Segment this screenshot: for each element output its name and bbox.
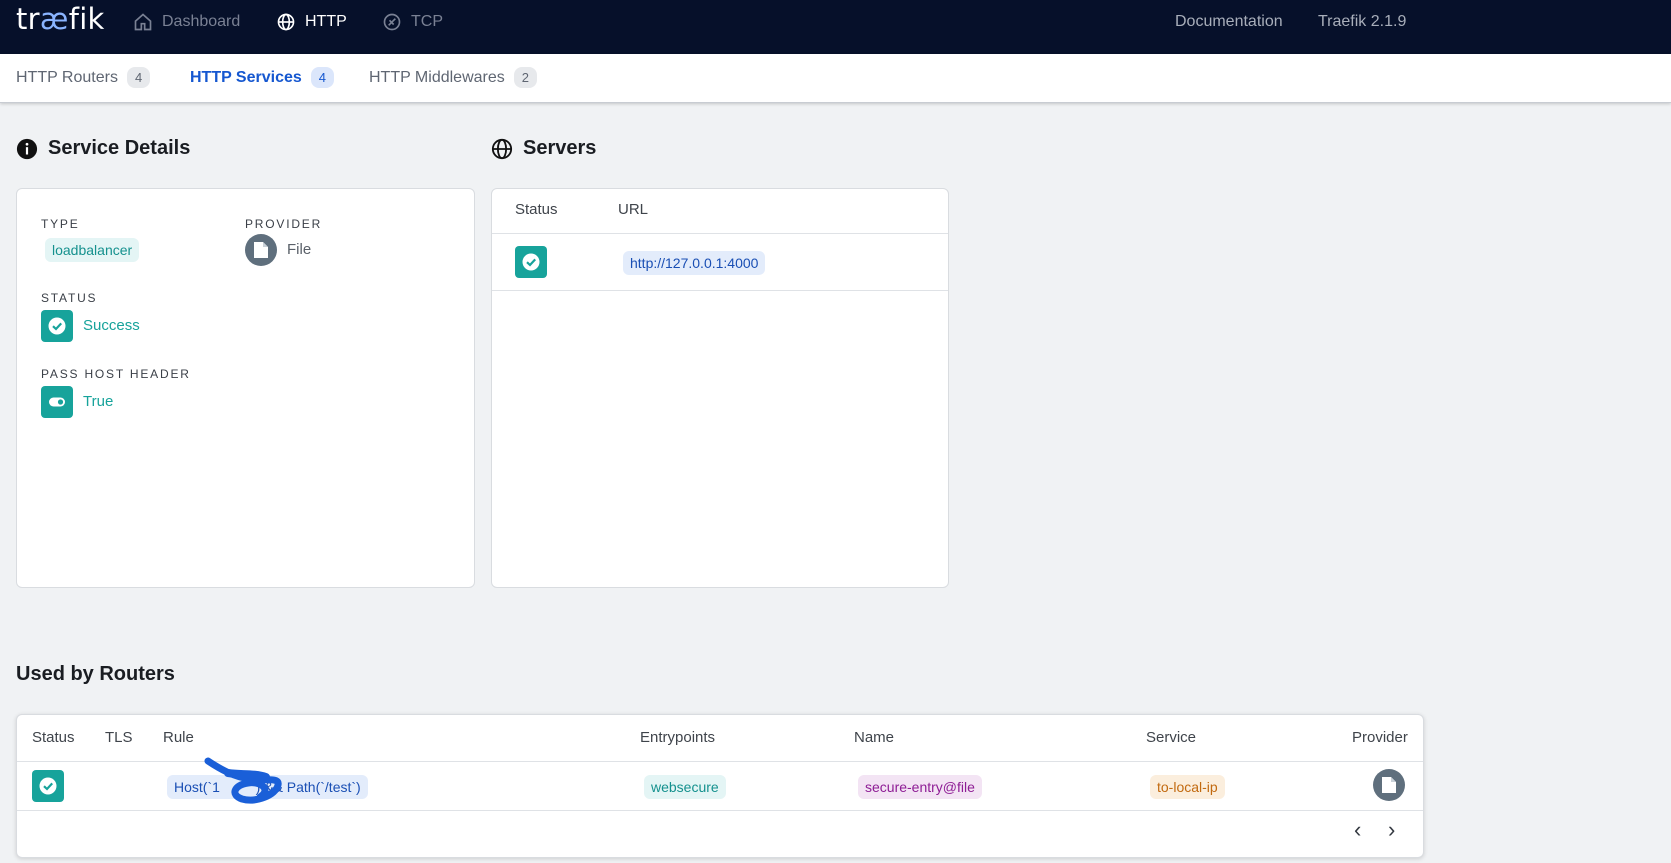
file-provider-icon (1373, 769, 1405, 801)
router-name-chip: secure-entry@file (858, 775, 982, 799)
file-provider-icon (245, 234, 277, 266)
col-entrypoints: Entrypoints (640, 729, 716, 746)
nav-tcp-label: TCP (411, 13, 443, 30)
router-status-success-icon (32, 770, 64, 802)
router-rule-chip: Host(`1 `) && Path(`/test`) (167, 775, 368, 799)
globe-icon (491, 138, 513, 159)
tcp-icon (383, 13, 401, 31)
divider (492, 290, 948, 291)
version-label: Traefik 2.1.9 (1318, 13, 1407, 30)
pass-host-header-value: True (83, 393, 114, 410)
server-status-success-icon (515, 246, 547, 278)
nav-dashboard[interactable]: Dashboard (133, 0, 240, 44)
tab-http-services[interactable]: HTTP Services 4 (190, 67, 334, 88)
router-service-chip: to-local-ip (1150, 775, 1225, 799)
col-service: Service (1146, 729, 1197, 746)
pass-host-header-label: PASS HOST HEADER (41, 367, 191, 381)
servers-card: Status URL http://127.0.0.1:4000 (491, 188, 949, 588)
traefik-logo[interactable]: træfik (16, 2, 105, 36)
provider-label: PROVIDER (245, 217, 323, 231)
type-chip: loadbalancer (45, 238, 140, 262)
divider (17, 810, 1423, 811)
tab-http-routers[interactable]: HTTP Routers 4 (16, 67, 151, 88)
middlewares-count-badge: 2 (513, 67, 537, 88)
service-details-card: TYPE loadbalancer PROVIDER File STATUS S… (16, 188, 475, 588)
col-name: Name (854, 729, 895, 746)
servers-col-status: Status (515, 201, 558, 218)
services-count-badge: 4 (310, 67, 334, 88)
col-status: Status (32, 729, 75, 746)
sub-navbar: HTTP Routers 4 HTTP Services 4 HTTP Midd… (0, 54, 1671, 103)
home-icon (134, 13, 152, 31)
nav-dashboard-label: Dashboard (162, 13, 241, 30)
service-details-heading: Service Details (16, 137, 190, 160)
used-by-routers-heading: Used by Routers (16, 663, 175, 685)
servers-col-url: URL (618, 201, 649, 218)
server-url-chip[interactable]: http://127.0.0.1:4000 (623, 251, 766, 275)
toggle-on-icon (41, 386, 73, 418)
routers-table: Status TLS Rule Entrypoints Name Service… (16, 714, 1424, 858)
status-label: STATUS (41, 291, 98, 305)
tab-http-middlewares[interactable]: HTTP Middlewares 2 (369, 67, 537, 88)
col-rule: Rule (163, 729, 194, 746)
status-success-icon (41, 310, 73, 342)
globe-icon (277, 13, 295, 31)
info-icon (16, 138, 38, 159)
routers-count-badge: 4 (126, 67, 151, 88)
col-tls: TLS (105, 729, 133, 746)
chevron-left-icon[interactable]: ‹ (1354, 817, 1361, 843)
type-label: TYPE (41, 217, 80, 231)
documentation-link[interactable]: Documentation (1175, 0, 1283, 44)
chevron-right-icon[interactable]: › (1388, 817, 1395, 843)
status-value: Success (83, 317, 140, 334)
top-navbar: træfik Dashboard HTTP TCP Documentation … (0, 0, 1671, 54)
divider (17, 761, 1423, 762)
col-provider: Provider (1352, 729, 1408, 746)
nav-http[interactable]: HTTP (276, 0, 347, 44)
servers-heading: Servers (491, 137, 596, 160)
divider (492, 233, 948, 234)
nav-tcp[interactable]: TCP (382, 0, 443, 44)
provider-value: File (287, 241, 312, 258)
router-entrypoint-chip: websecure (644, 775, 726, 799)
nav-http-label: HTTP (305, 13, 347, 30)
